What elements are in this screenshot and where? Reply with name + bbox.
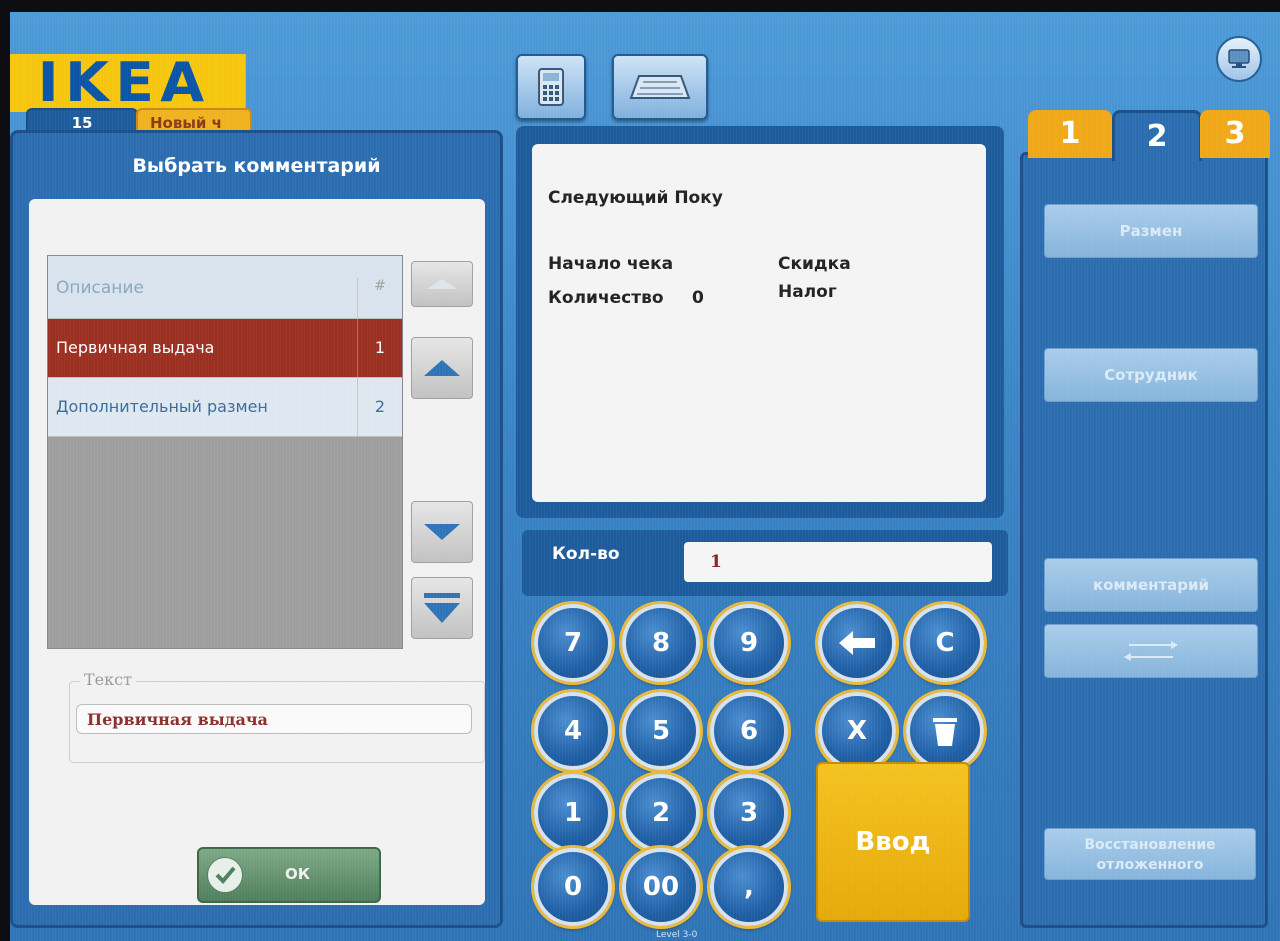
receipt-frame: Следующий Поку Начало чека Скидка Количе… (516, 126, 1004, 518)
ikea-logo: IKEA (10, 54, 246, 112)
key-00[interactable]: 00 (622, 848, 700, 926)
pos-screen: IKEA 15 Новый ч Выбрать комментарий Опис… (10, 12, 1280, 941)
receipt-display: Следующий Поку Начало чека Скидка Количе… (532, 144, 986, 502)
key-5[interactable]: 5 (622, 692, 700, 770)
comment-list: Описание # Первичная выдача 1 Дополнител… (47, 255, 403, 649)
level-label: Level 3-0 (656, 930, 698, 940)
column-number: # (357, 278, 402, 318)
change-button[interactable]: Размен (1044, 204, 1258, 258)
text-group: Текст Первичная выдача (69, 670, 485, 763)
comment-panel: Выбрать комментарий Описание # Первичная… (10, 130, 503, 928)
row-description: Первичная выдача (56, 338, 215, 357)
text-label: Текст (80, 670, 136, 689)
scroll-top-button[interactable] (411, 261, 473, 307)
backspace-button[interactable] (818, 604, 896, 682)
comment-card: Описание # Первичная выдача 1 Дополнител… (29, 199, 485, 905)
receipt-start: Начало чека (548, 254, 674, 274)
quantity-input[interactable]: 1 (684, 542, 992, 582)
receipt-next-customer: Следующий Поку (548, 188, 723, 208)
swap-arrows-icon (1124, 641, 1178, 661)
key-8[interactable]: 8 (622, 604, 700, 682)
tab-2[interactable]: 2 (1112, 110, 1202, 161)
list-header: Описание # (48, 256, 402, 319)
scroll-bottom-button[interactable] (411, 577, 473, 639)
transfer-button[interactable] (1044, 624, 1258, 678)
ok-button[interactable]: ОК (197, 847, 381, 903)
check-icon (207, 857, 243, 893)
enter-button[interactable]: Ввод (816, 762, 970, 922)
key-0[interactable]: 0 (534, 848, 612, 926)
list-row-additional[interactable]: Дополнительный размен 2 (48, 378, 402, 437)
scroll-up-button[interactable] (411, 337, 473, 399)
key-4[interactable]: 4 (534, 692, 612, 770)
delete-button[interactable] (906, 692, 984, 770)
receipt-quantity-label: Количество (548, 288, 664, 308)
function-panel (1020, 152, 1268, 928)
scroll-down-button[interactable] (411, 501, 473, 563)
row-number: 1 (357, 319, 402, 377)
key-comma[interactable]: , (710, 848, 788, 926)
multiply-button[interactable]: X (818, 692, 896, 770)
clear-button[interactable]: C (906, 604, 984, 682)
quantity-bar: Кол-во 1 (522, 530, 1008, 596)
comment-text-field[interactable]: Первичная выдача (76, 704, 472, 734)
tab-3[interactable]: 3 (1200, 110, 1270, 158)
column-description: Описание (56, 278, 144, 298)
list-row-primary[interactable]: Первичная выдача 1 (48, 319, 402, 378)
ok-label: ОК (285, 865, 311, 883)
monitor-icon[interactable] (1216, 36, 1262, 82)
comment-button[interactable]: комментарий (1044, 558, 1258, 612)
key-2[interactable]: 2 (622, 774, 700, 852)
keyboard-icon[interactable] (612, 54, 708, 120)
trash-icon (933, 718, 957, 746)
restore-held-button[interactable]: Восстановление отложенного (1044, 828, 1256, 880)
key-6[interactable]: 6 (710, 692, 788, 770)
key-3[interactable]: 3 (710, 774, 788, 852)
receipt-quantity-value: 0 (692, 288, 704, 308)
row-number: 2 (357, 378, 402, 436)
receipt-discount: Скидка (778, 254, 851, 274)
key-7[interactable]: 7 (534, 604, 612, 682)
backspace-icon (839, 631, 875, 655)
key-9[interactable]: 9 (710, 604, 788, 682)
employee-button[interactable]: Сотрудник (1044, 348, 1258, 402)
quantity-label: Кол-во (552, 544, 620, 564)
tab-1[interactable]: 1 (1028, 110, 1112, 158)
row-description: Дополнительный размен (56, 397, 268, 416)
panel-title: Выбрать комментарий (132, 155, 381, 177)
receipt-tax: Налог (778, 282, 837, 302)
calculator-icon[interactable] (516, 54, 586, 120)
key-1[interactable]: 1 (534, 774, 612, 852)
